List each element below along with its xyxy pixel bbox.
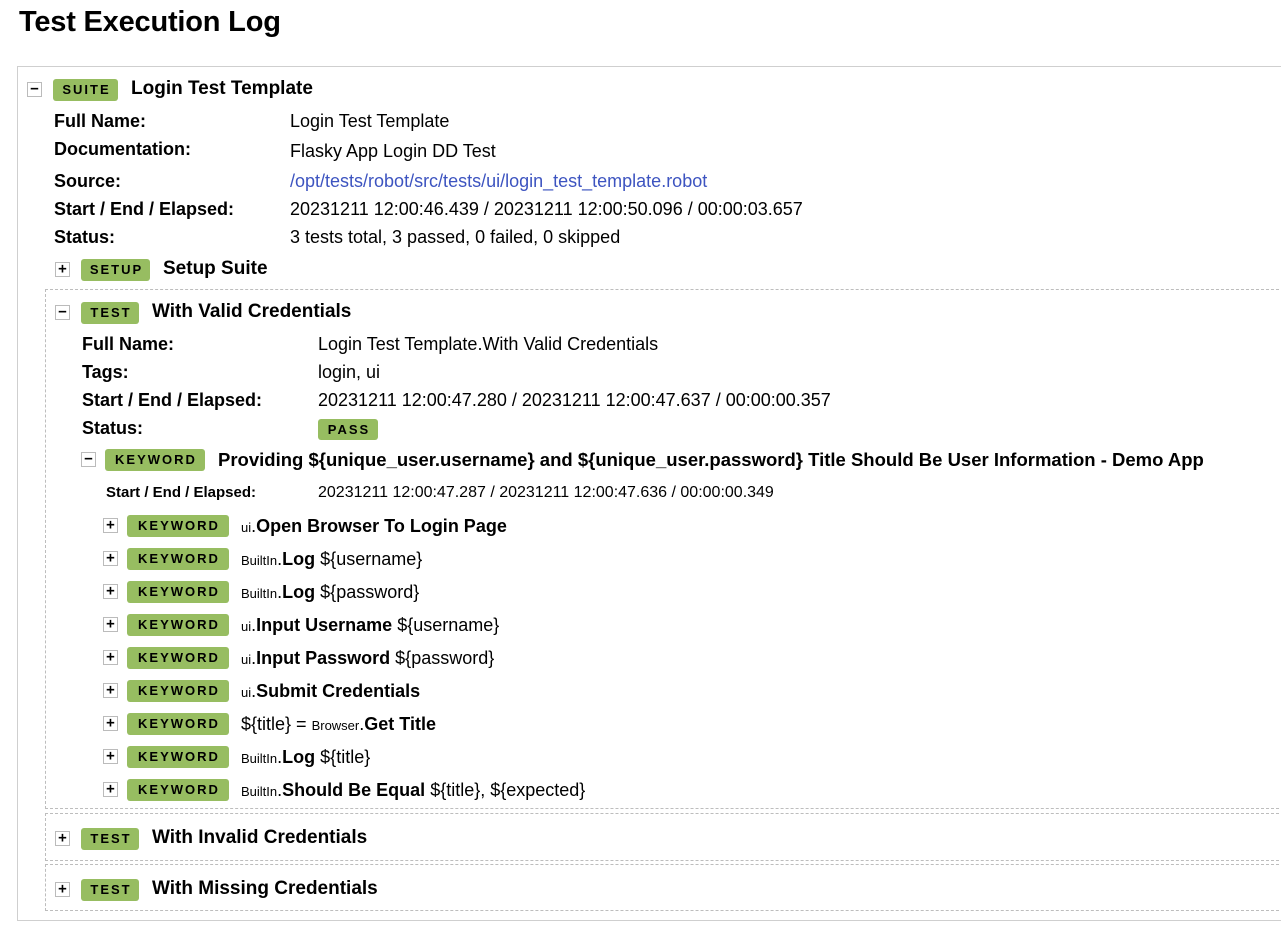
- test-expand-toggle[interactable]: +: [55, 882, 70, 897]
- test-full-name-label: Full Name:: [82, 334, 175, 354]
- test-with-valid-credentials: − TEST With Valid Credentials Full Name:…: [45, 289, 1281, 809]
- keyword-badge: KEYWORD: [127, 713, 229, 735]
- test-with-missing-credentials: + TEST With Missing Credentials: [45, 864, 1281, 911]
- keyword-expand-toggle[interactable]: +: [103, 617, 118, 632]
- test-status-label: Status:: [82, 418, 144, 438]
- keyword-library: BuiltIn: [241, 586, 278, 601]
- keyword-row-text[interactable]: ui.Submit Credentials: [241, 680, 420, 704]
- keyword-library: ui: [241, 520, 252, 535]
- test-name[interactable]: With Valid Credentials: [152, 301, 351, 323]
- keyword-badge: KEYWORD: [105, 449, 205, 471]
- keyword-name: Input Password: [256, 648, 391, 668]
- keyword-expand-toggle[interactable]: +: [103, 650, 118, 665]
- setup-expand-toggle[interactable]: +: [55, 262, 70, 277]
- keyword-badge: KEYWORD: [127, 515, 229, 537]
- test-status-pass-badge: PASS: [318, 419, 378, 440]
- keyword-name: Input Username: [256, 615, 393, 635]
- keyword-expand-toggle[interactable]: +: [103, 518, 118, 533]
- keyword-badge: KEYWORD: [127, 548, 229, 570]
- setup-name[interactable]: Setup Suite: [163, 258, 268, 280]
- suite-full-name-label: Full Name:: [54, 111, 147, 131]
- keyword-expand-toggle[interactable]: +: [103, 716, 118, 731]
- keyword-library: BuiltIn: [241, 784, 278, 799]
- test-tags-value: login, ui: [318, 362, 381, 382]
- suite-times-value: 20231211 12:00:46.439 / 20231211 12:00:5…: [290, 199, 803, 219]
- keyword-name: Log: [282, 582, 316, 602]
- keyword-library: ui: [241, 685, 252, 700]
- test-badge: TEST: [81, 879, 139, 901]
- suite-times-label: Start / End / Elapsed:: [54, 199, 235, 219]
- suite-source-label: Source:: [54, 171, 122, 191]
- keyword-badge: KEYWORD: [127, 581, 229, 603]
- keyword-badge: KEYWORD: [127, 647, 229, 669]
- test-tags-label: Tags:: [82, 362, 129, 382]
- keyword-expand-toggle[interactable]: +: [103, 584, 118, 599]
- keyword-arguments: ${title}: [320, 747, 371, 767]
- keyword-library: ui: [241, 619, 252, 634]
- test-full-name-value: Login Test Template.With Valid Credentia…: [318, 334, 659, 354]
- test-with-invalid-credentials: + TEST With Invalid Credentials: [45, 813, 1281, 861]
- setup-badge: SETUP: [81, 259, 150, 281]
- keyword-arguments: ${username}: [397, 615, 500, 635]
- test-times-label: Start / End / Elapsed:: [82, 390, 263, 410]
- keyword-name[interactable]: Providing ${unique_user.username} and ${…: [218, 449, 1204, 471]
- keyword-name: Get Title: [364, 714, 436, 734]
- keyword-row-text[interactable]: ${title} = Browser.Get Title: [241, 713, 436, 737]
- keyword-badge: KEYWORD: [127, 779, 229, 801]
- keyword-name: Should Be Equal: [282, 780, 426, 800]
- keyword-assignment: ${title} =: [241, 714, 312, 734]
- keyword-row-text[interactable]: ui.Input Username ${username}: [241, 614, 499, 638]
- keyword-row-text[interactable]: BuiltIn.Log ${password}: [241, 581, 419, 605]
- keyword-badge: KEYWORD: [127, 680, 229, 702]
- test-badge: TEST: [81, 302, 139, 324]
- keyword-arguments: ${username}: [320, 549, 423, 569]
- test-collapse-toggle[interactable]: −: [55, 305, 70, 320]
- keyword-row-text[interactable]: BuiltIn.Log ${title}: [241, 746, 370, 770]
- keyword-times-value: 20231211 12:00:47.287 / 20231211 12:00:4…: [318, 484, 774, 501]
- suite-status-value: 3 tests total, 3 passed, 0 failed, 0 ski…: [290, 227, 621, 247]
- keyword-row-text[interactable]: ui.Open Browser To Login Page: [241, 515, 507, 539]
- keyword-row-text[interactable]: BuiltIn.Log ${username}: [241, 548, 422, 572]
- test-name[interactable]: With Missing Credentials: [152, 878, 378, 900]
- page-title: Test Execution Log: [19, 6, 281, 38]
- keyword-library: ui: [241, 652, 252, 667]
- keyword-name: Open Browser To Login Page: [256, 516, 507, 536]
- keyword-badge: KEYWORD: [127, 614, 229, 636]
- keyword-times-label: Start / End / Elapsed:: [106, 484, 257, 501]
- keyword-name: Log: [282, 747, 316, 767]
- suite-name[interactable]: Login Test Template: [131, 78, 313, 100]
- test-badge: TEST: [81, 828, 139, 850]
- test-name[interactable]: With Invalid Credentials: [152, 827, 367, 849]
- test-expand-toggle[interactable]: +: [55, 831, 70, 846]
- keyword-arguments: ${password}: [395, 648, 495, 668]
- keyword-arguments: ${password}: [320, 582, 420, 602]
- suite-badge: SUITE: [53, 79, 118, 101]
- keyword-row-text[interactable]: ui.Input Password ${password}: [241, 647, 494, 671]
- keyword-library: Browser: [311, 718, 360, 733]
- suite-documentation-value: Flasky App Login DD Test: [290, 141, 496, 161]
- keyword-expand-toggle[interactable]: +: [103, 782, 118, 797]
- keyword-library: BuiltIn: [241, 553, 278, 568]
- suite-status-label: Status:: [54, 227, 116, 247]
- keyword-row-text[interactable]: BuiltIn.Should Be Equal ${title}, ${expe…: [241, 779, 585, 803]
- suite-full-name-value: Login Test Template: [290, 111, 450, 131]
- keyword-badge: KEYWORD: [127, 746, 229, 768]
- keyword-library: BuiltIn: [241, 751, 278, 766]
- keyword-name: Submit Credentials: [256, 681, 421, 701]
- test-times-value: 20231211 12:00:47.280 / 20231211 12:00:4…: [318, 390, 831, 410]
- suite-container: − SUITE Login Test Template Full Name: L…: [17, 66, 1281, 921]
- keyword-expand-toggle[interactable]: +: [103, 749, 118, 764]
- keyword-collapse-toggle[interactable]: −: [81, 452, 96, 467]
- suite-documentation-label: Documentation:: [54, 139, 191, 159]
- suite-collapse-toggle[interactable]: −: [27, 82, 42, 97]
- keyword-name: Log: [282, 549, 316, 569]
- keyword-arguments: ${title}, ${expected}: [430, 780, 586, 800]
- suite-source-link[interactable]: /opt/tests/robot/src/tests/ui/login_test…: [290, 170, 707, 192]
- keyword-expand-toggle[interactable]: +: [103, 551, 118, 566]
- keyword-expand-toggle[interactable]: +: [103, 683, 118, 698]
